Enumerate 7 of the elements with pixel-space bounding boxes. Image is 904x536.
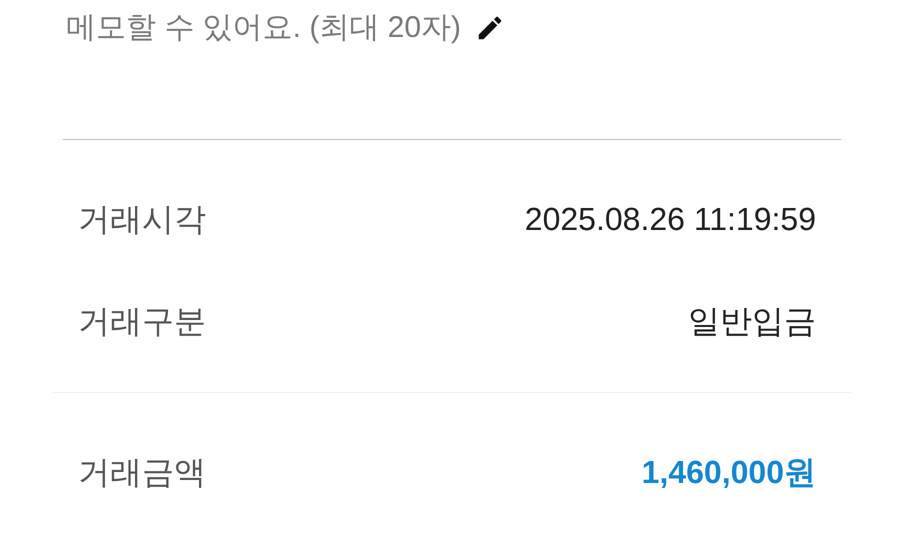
detail-label: 거래시각 — [78, 203, 206, 235]
detail-label: 거래구분 — [78, 305, 206, 337]
detail-value: 1,460,000원 — [642, 456, 816, 488]
detail-value: 2025.08.26 11:19:59 — [524, 203, 816, 235]
detail-value: 일반입금 — [688, 305, 816, 337]
detail-label: 거래금액 — [78, 456, 206, 488]
memo-placeholder[interactable]: 메모할 수 있어요. (최대 20자) — [66, 13, 462, 43]
